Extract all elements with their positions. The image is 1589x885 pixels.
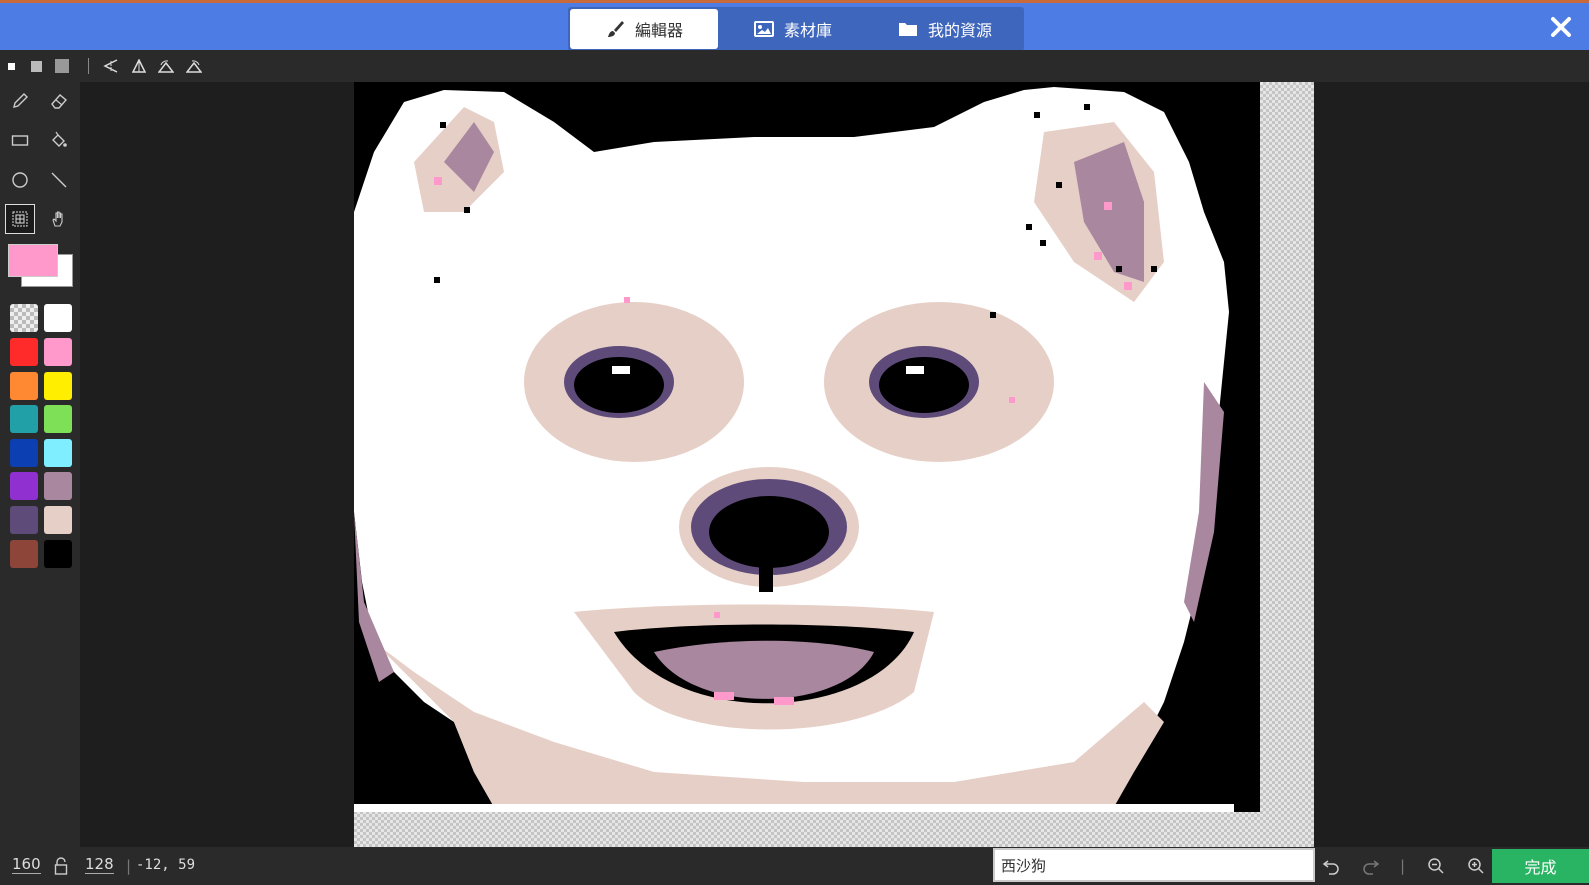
flip-horizontal-button[interactable]: [100, 50, 122, 82]
tab-assets-label: 素材庫: [783, 21, 832, 40]
editor-tabs: 編輯器 素材庫 我的資源: [568, 7, 1024, 51]
swatch-pink[interactable]: [44, 338, 72, 366]
swatch-black[interactable]: [44, 540, 72, 568]
pan-hand-icon: [52, 211, 63, 227]
zoom-in-button[interactable]: [1465, 855, 1487, 877]
paintbrush-icon: [607, 21, 624, 37]
swatch-dark-purple[interactable]: [10, 506, 38, 534]
cursor-position: -12, 59: [136, 857, 196, 873]
rotate-left-button[interactable]: [155, 50, 177, 82]
swatch-transparent[interactable]: [10, 304, 38, 332]
rectangle-icon: [11, 135, 29, 146]
swatch-green[interactable]: [44, 405, 72, 433]
pixel-art-canvas[interactable]: [354, 82, 1260, 812]
brush-size-large[interactable]: [52, 50, 72, 82]
brush-size-medium-icon: [30, 60, 42, 72]
status-divider: |: [126, 857, 132, 875]
pan-tool[interactable]: [44, 204, 74, 234]
sprite-name-input[interactable]: [993, 848, 1315, 882]
toolbar-divider: [86, 50, 90, 82]
redo-icon: [1363, 860, 1380, 875]
pencil-icon: [13, 93, 28, 108]
swatch-teal[interactable]: [10, 405, 38, 433]
eraser-icon: [51, 94, 67, 109]
rotate-right-icon: [186, 60, 202, 73]
zoom-in-icon: [1468, 858, 1484, 874]
status-bar: 160 128 | -12, 59 | 完成: [0, 847, 1589, 885]
circle-icon: [12, 172, 28, 188]
zoom-out-icon: [1428, 858, 1444, 874]
eraser-tool[interactable]: [44, 86, 74, 116]
swatch-white[interactable]: [44, 304, 72, 332]
close-button[interactable]: [1549, 15, 1573, 39]
tab-assets[interactable]: 素材庫: [718, 9, 868, 49]
flip-vertical-icon: [131, 59, 147, 73]
select-tool[interactable]: [5, 204, 35, 234]
brush-size-small[interactable]: [2, 50, 20, 82]
select-icon: [12, 211, 28, 227]
canvas-width-field[interactable]: 160: [12, 855, 41, 874]
flip-vertical-button[interactable]: [128, 50, 150, 82]
undo-icon: [1322, 860, 1339, 875]
line-icon: [51, 172, 67, 188]
brush-size-small-icon: [7, 62, 15, 70]
undo-button[interactable]: [1320, 855, 1342, 877]
folder-icon: [898, 23, 917, 36]
lock-icon[interactable]: [54, 857, 68, 875]
swatch-yellow[interactable]: [44, 372, 72, 400]
tab-editor-label: 編輯器: [634, 21, 683, 40]
rectangle-tool[interactable]: [5, 125, 35, 155]
fill-bucket-tool[interactable]: [44, 125, 74, 155]
line-tool[interactable]: [44, 165, 74, 195]
flip-horizontal-icon: [103, 59, 118, 73]
primary-color[interactable]: [8, 244, 58, 277]
rotate-left-icon: [158, 60, 174, 73]
swatch-cyan[interactable]: [44, 439, 72, 467]
swatch-orange[interactable]: [10, 372, 38, 400]
rotate-right-button[interactable]: [183, 50, 205, 82]
zoom-divider: |: [1400, 857, 1406, 875]
swatch-purple[interactable]: [10, 472, 38, 500]
swatch-brown[interactable]: [10, 540, 38, 568]
top-toolbar: [0, 50, 1589, 82]
swatch-beige[interactable]: [44, 506, 72, 534]
swatch-mauve[interactable]: [44, 472, 72, 500]
done-button[interactable]: 完成: [1492, 849, 1589, 883]
brush-size-large-icon: [55, 59, 69, 73]
tab-editor[interactable]: 編輯器: [570, 9, 718, 49]
fill-bucket-icon: [52, 131, 67, 147]
zoom-out-button[interactable]: [1425, 855, 1447, 877]
redo-button[interactable]: [1360, 855, 1382, 877]
brush-size-medium[interactable]: [26, 50, 46, 82]
editor-header: 編輯器 素材庫 我的資源: [0, 0, 1589, 51]
tool-panel: [0, 82, 80, 847]
canvas-height-field[interactable]: 128: [85, 855, 114, 874]
pencil-tool[interactable]: [5, 86, 35, 116]
close-icon: [1551, 17, 1571, 37]
image-icon: [753, 21, 774, 37]
tab-my-resources-label: 我的資源: [927, 21, 992, 40]
swatch-blue[interactable]: [10, 439, 38, 467]
swatch-red[interactable]: [10, 338, 38, 366]
circle-tool[interactable]: [5, 165, 35, 195]
tab-my-resources[interactable]: 我的資源: [868, 9, 1022, 49]
